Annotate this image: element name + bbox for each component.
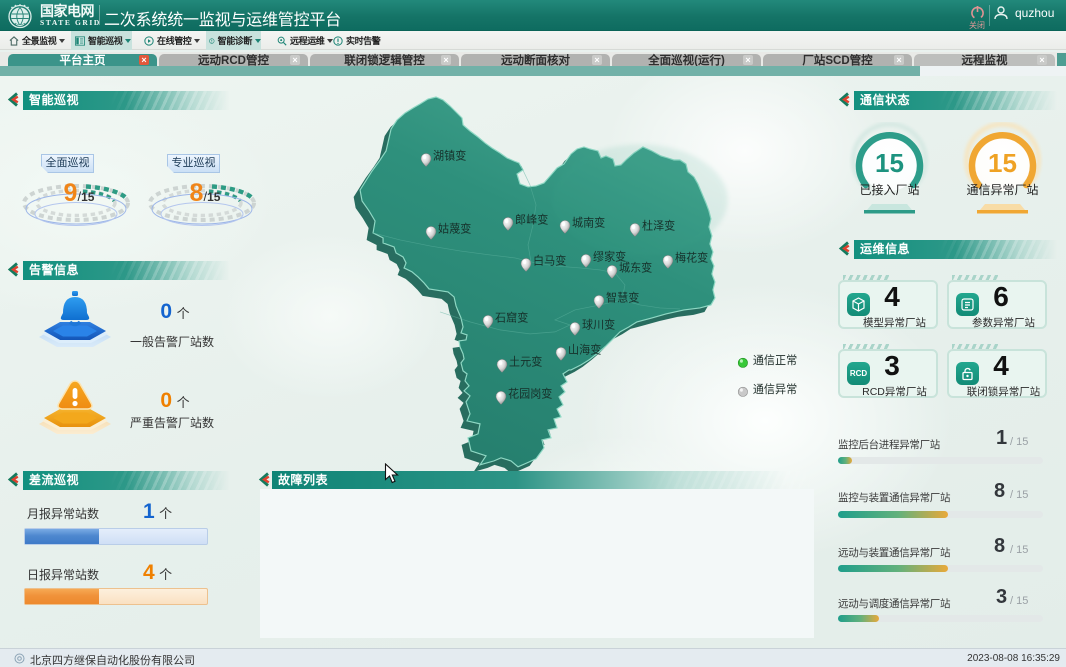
- svg-text:姑蔑变: 姑蔑变: [438, 222, 471, 236]
- svg-text:15: 15: [988, 148, 1017, 178]
- svg-text:石窟变: 石窟变: [495, 310, 528, 324]
- svg-text:湖镇变: 湖镇变: [433, 149, 466, 163]
- svg-text:球川变: 球川变: [582, 318, 615, 332]
- svg-text:15: 15: [875, 148, 904, 178]
- svg-text:郎峰变: 郎峰变: [515, 213, 548, 227]
- svg-text:通信异常: 通信异常: [753, 383, 797, 396]
- svg-text:梅花变: 梅花变: [675, 250, 708, 264]
- svg-text:城南变: 城南变: [572, 216, 605, 230]
- svg-text:花园岗变: 花园岗变: [508, 386, 552, 400]
- svg-text:通信正常: 通信正常: [753, 354, 797, 367]
- svg-text:城东变: 城东变: [619, 260, 652, 274]
- svg-text:土元变: 土元变: [509, 354, 542, 368]
- svg-text:白马变: 白马变: [533, 254, 566, 268]
- svg-text:缪家变: 缪家变: [593, 250, 626, 264]
- svg-text:智慧变: 智慧变: [606, 290, 639, 304]
- svg-text:山海变: 山海变: [568, 342, 601, 356]
- svg-text:杜泽变: 杜泽变: [642, 219, 675, 233]
